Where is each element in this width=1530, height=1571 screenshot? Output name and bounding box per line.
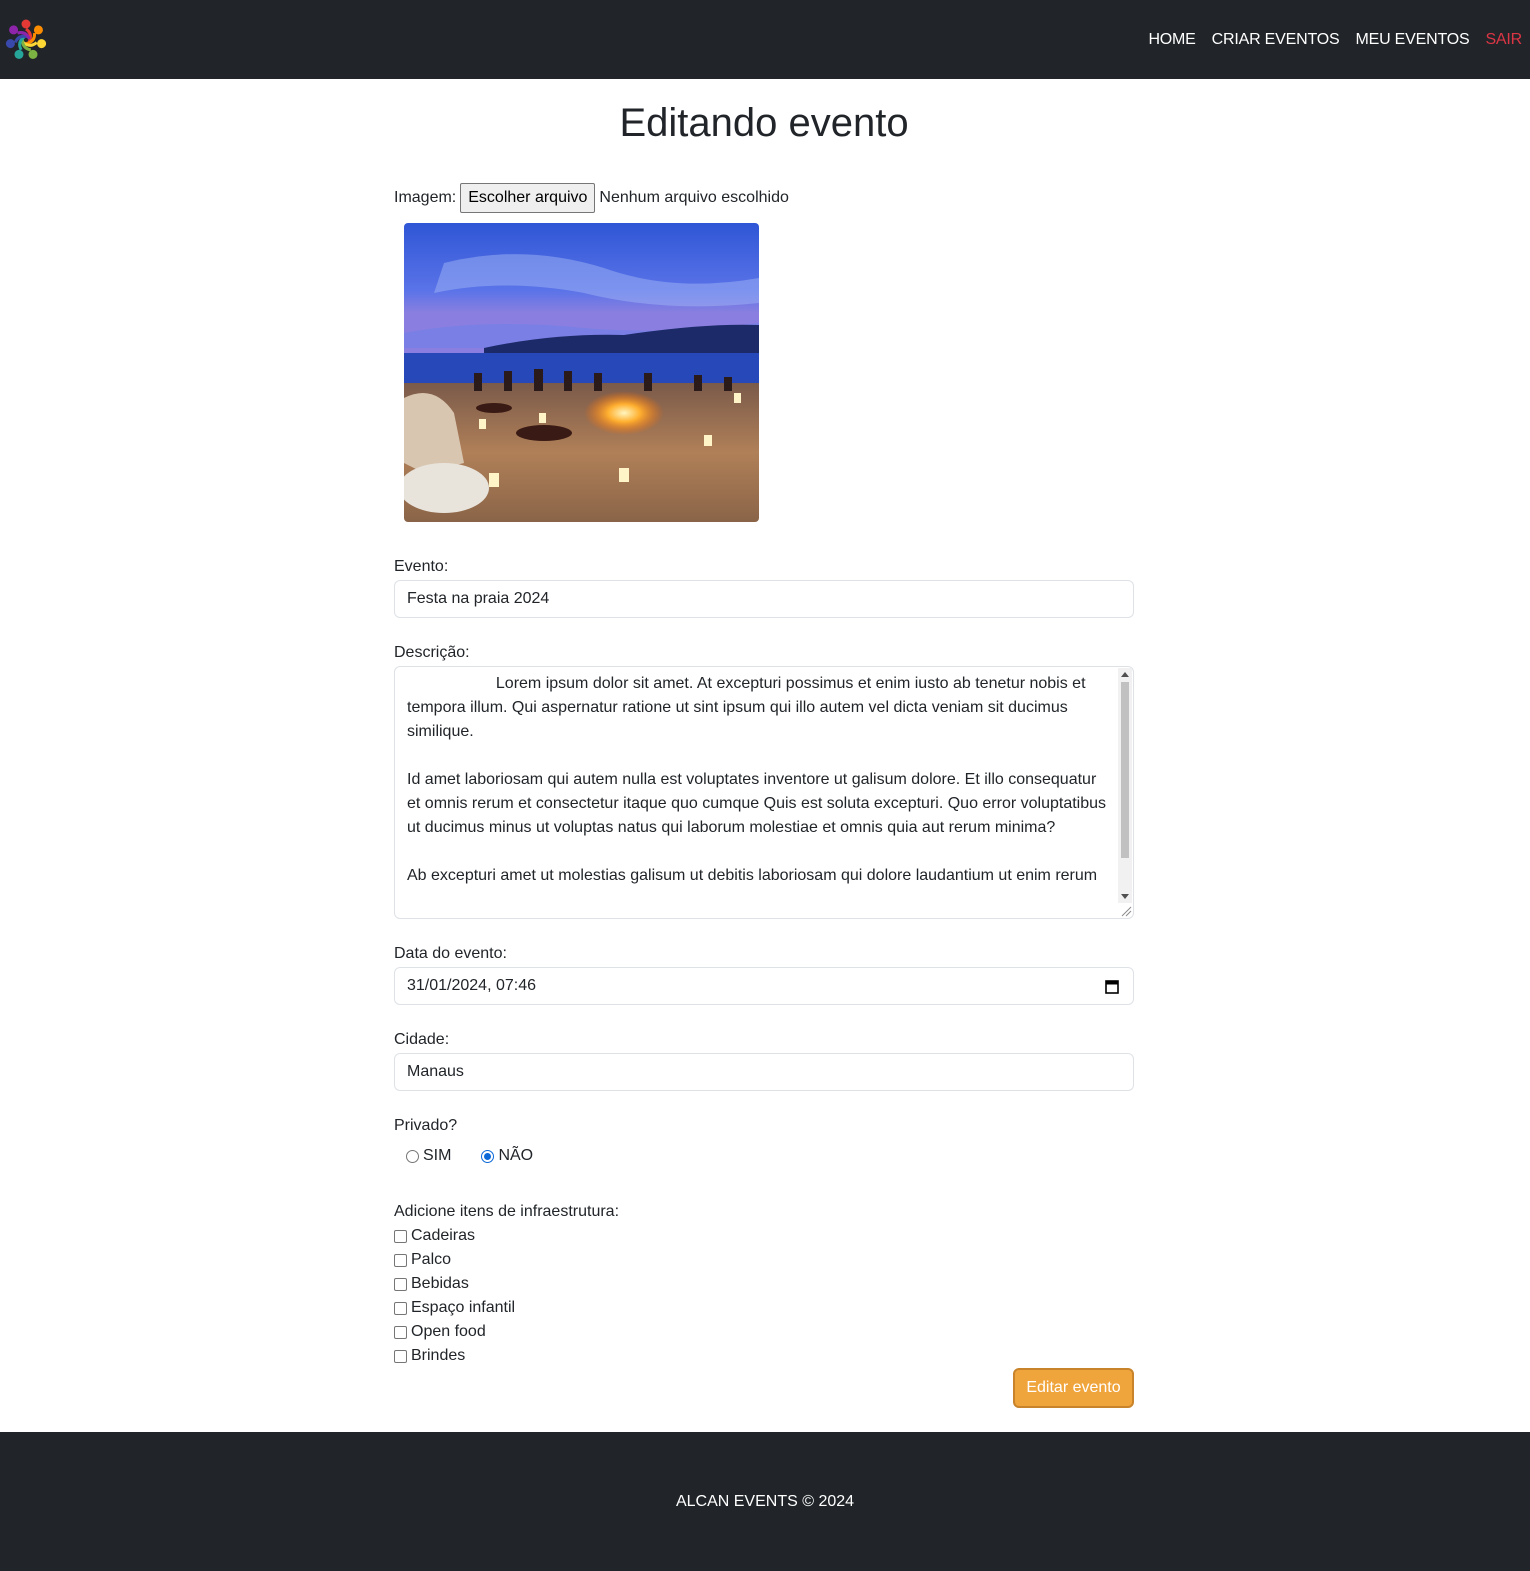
infra-item-open-food[interactable]: Open food (394, 1320, 515, 1344)
page-title: Editando evento (619, 101, 909, 145)
city-label: Cidade: (394, 1031, 450, 1048)
description-text: Lorem ipsum dolor sit amet. At excepturi… (407, 675, 1107, 884)
infrastructure-label: Adicione itens de infraestrutura: (394, 1203, 620, 1220)
image-upload-row: Imagem: Escolher arquivo Nenhum arquivo … (394, 183, 789, 213)
infra-item-label: Palco (411, 1251, 452, 1268)
event-date-value: 31/01/2024, 07:46 (407, 977, 537, 994)
city-input[interactable]: Manaus (394, 1053, 1134, 1091)
calendar-icon[interactable] (1105, 979, 1119, 994)
resize-handle-icon[interactable] (1118, 903, 1132, 917)
flower-logo-icon[interactable] (0, 14, 52, 66)
private-no-option[interactable]: NÃO (481, 1147, 533, 1165)
private-yes-label: SIM (423, 1147, 452, 1164)
description-label: Descrição: (394, 644, 470, 661)
infra-item-kids-area[interactable]: Espaço infantil (394, 1296, 515, 1320)
choose-file-button[interactable]: Escolher arquivo (460, 183, 596, 213)
infra-item-label: Open food (411, 1323, 486, 1340)
image-label: Imagem: (394, 189, 457, 206)
infra-item-label: Cadeiras (411, 1227, 476, 1244)
event-date-label: Data do evento: (394, 945, 507, 962)
scroll-down-arrow-icon[interactable] (1121, 894, 1129, 899)
infra-item-gifts[interactable]: Brindes (394, 1344, 515, 1368)
infra-checkbox[interactable] (394, 1253, 407, 1267)
event-image-preview (404, 223, 759, 522)
infrastructure-checklist: Cadeiras Palco Bebidas Espaço infantil O… (394, 1224, 515, 1368)
nav-home-link[interactable]: HOME (1148, 31, 1195, 49)
infra-checkbox[interactable] (394, 1229, 407, 1243)
description-textarea[interactable]: Lorem ipsum dolor sit amet. At excepturi… (394, 666, 1134, 919)
private-yes-option[interactable]: SIM (406, 1147, 451, 1165)
nav-logout-link[interactable]: SAIR (1485, 31, 1522, 49)
scroll-thumb[interactable] (1121, 682, 1129, 858)
nav-my-events-link[interactable]: MEU EVENTOS (1355, 31, 1469, 49)
infra-item-label: Brindes (411, 1347, 466, 1364)
page-footer: ALCAN EVENTS © 2024 (0, 1432, 1530, 1571)
scroll-up-arrow-icon[interactable] (1121, 672, 1129, 677)
nav-links: HOME CRIAR EVENTOS MEU EVENTOS SAIR (1132, 0, 1522, 79)
event-name-label: Evento: (394, 558, 449, 575)
event-name-input[interactable]: Festa na praia 2024 (394, 580, 1134, 618)
infra-item-stage[interactable]: Palco (394, 1248, 515, 1272)
private-label: Privado? (394, 1117, 458, 1134)
infra-item-drinks[interactable]: Bebidas (394, 1272, 515, 1296)
infra-checkbox[interactable] (394, 1301, 407, 1315)
footer-copyright: ALCAN EVENTS © 2024 (675, 1492, 855, 1510)
infra-checkbox[interactable] (394, 1277, 407, 1291)
infra-checkbox[interactable] (394, 1325, 407, 1339)
infra-item-label: Bebidas (411, 1275, 469, 1292)
nav-create-events-link[interactable]: CRIAR EVENTOS (1212, 31, 1340, 49)
private-no-radio[interactable] (481, 1149, 495, 1163)
infra-checkbox[interactable] (394, 1349, 407, 1363)
infra-item-chairs[interactable]: Cadeiras (394, 1224, 515, 1248)
description-scrollbar[interactable] (1118, 668, 1132, 903)
edit-event-button[interactable]: Editar evento (1013, 1368, 1134, 1408)
private-no-label: NÃO (498, 1147, 534, 1164)
file-status-text: Nenhum arquivo escolhido (599, 189, 789, 206)
private-radio-group: SIM NÃO (406, 1147, 563, 1165)
event-date-input[interactable]: 31/01/2024, 07:46 (394, 967, 1134, 1005)
infra-item-label: Espaço infantil (411, 1299, 516, 1316)
private-yes-radio[interactable] (406, 1149, 419, 1163)
top-navbar: HOME CRIAR EVENTOS MEU EVENTOS SAIR (0, 0, 1530, 79)
